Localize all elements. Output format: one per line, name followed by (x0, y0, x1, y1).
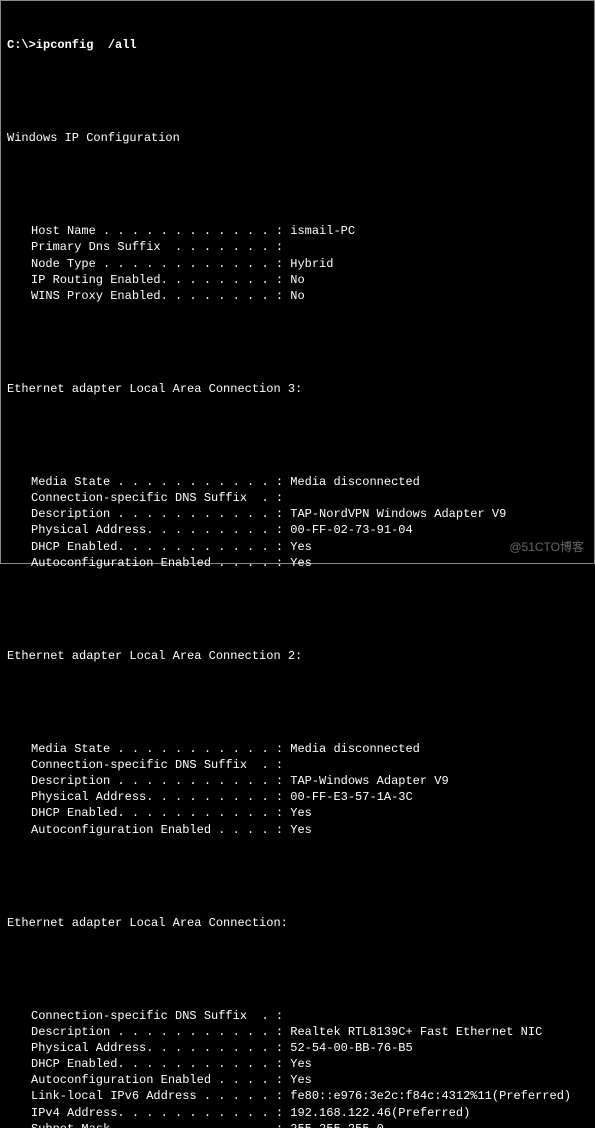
config-label: Primary Dns Suffix . . . . . . . : (31, 240, 283, 254)
config-value: Realtek RTL8139C+ Fast Ethernet NIC (283, 1025, 542, 1039)
config-label: Node Type . . . . . . . . . . . . : (31, 257, 283, 271)
config-value: Yes (283, 556, 312, 570)
config-label: Physical Address. . . . . . . . . : (31, 523, 283, 537)
terminal-output[interactable]: C:\>ipconfig /all Windows IP Configurati… (1, 1, 594, 1128)
config-row: Description . . . . . . . . . . . : Real… (7, 1024, 588, 1040)
config-value: Media disconnected (283, 475, 420, 489)
config-value: TAP-NordVPN Windows Adapter V9 (283, 507, 506, 521)
config-label: Description . . . . . . . . . . . : (31, 1025, 283, 1039)
config-row: Description . . . . . . . . . . . : TAP-… (7, 773, 588, 789)
config-row: Link-local IPv6 Address . . . . . : fe80… (7, 1088, 588, 1104)
adapter1-header: Ethernet adapter Local Area Connection: (7, 915, 588, 931)
config-row: Connection-specific DNS Suffix . : (7, 757, 588, 773)
config-label: Subnet Mask . . . . . . . . . . . : (31, 1122, 283, 1128)
config-value: fe80::e976:3e2c:f84c:4312%11(Preferred) (283, 1089, 571, 1103)
config-label: DHCP Enabled. . . . . . . . . . . : (31, 1057, 283, 1071)
config-label: Autoconfiguration Enabled . . . . : (31, 556, 283, 570)
blank-line (7, 337, 588, 349)
config-label: Media State . . . . . . . . . . . : (31, 475, 283, 489)
config-row: Autoconfiguration Enabled . . . . : Yes (7, 822, 588, 838)
config-label: DHCP Enabled. . . . . . . . . . . : (31, 540, 283, 554)
blank-line (7, 86, 588, 98)
config-row: IP Routing Enabled. . . . . . . . : No (7, 272, 588, 288)
config-label: Physical Address. . . . . . . . . : (31, 790, 283, 804)
config-label: Physical Address. . . . . . . . . : (31, 1041, 283, 1055)
blank-line (7, 963, 588, 975)
config-row: Media State . . . . . . . . . . . : Medi… (7, 474, 588, 490)
blank-line (7, 430, 588, 442)
config-value: Yes (283, 540, 312, 554)
adapter3-header: Ethernet adapter Local Area Connection 3… (7, 381, 588, 397)
config-label: Description . . . . . . . . . . . : (31, 774, 283, 788)
config-row: Subnet Mask . . . . . . . . . . . : 255.… (7, 1121, 588, 1128)
blank-line (7, 696, 588, 708)
config-row: Physical Address. . . . . . . . . : 00-F… (7, 789, 588, 805)
config-row: IPv4 Address. . . . . . . . . . . : 192.… (7, 1105, 588, 1121)
config-row: DHCP Enabled. . . . . . . . . . . : Yes (7, 805, 588, 821)
config-label: Description . . . . . . . . . . . : (31, 507, 283, 521)
config-label: Connection-specific DNS Suffix . : (31, 491, 283, 505)
config-label: Autoconfiguration Enabled . . . . : (31, 1073, 283, 1087)
config-value: 00-FF-E3-57-1A-3C (283, 790, 413, 804)
config-row: Media State . . . . . . . . . . . : Medi… (7, 741, 588, 757)
config-row: Autoconfiguration Enabled . . . . : Yes (7, 1072, 588, 1088)
config-row: WINS Proxy Enabled. . . . . . . . : No (7, 288, 588, 304)
config-row: Connection-specific DNS Suffix . : (7, 490, 588, 506)
main-config-rows: Host Name . . . . . . . . . . . . : isma… (7, 223, 588, 304)
config-row: DHCP Enabled. . . . . . . . . . . : Yes (7, 539, 588, 555)
config-value: Yes (283, 1073, 312, 1087)
config-label: Link-local IPv6 Address . . . . . : (31, 1089, 283, 1103)
config-value: Media disconnected (283, 742, 420, 756)
config-row: DHCP Enabled. . . . . . . . . . . : Yes (7, 1056, 588, 1072)
config-row: Physical Address. . . . . . . . . : 00-F… (7, 522, 588, 538)
config-row: Connection-specific DNS Suffix . : (7, 1008, 588, 1024)
config-value: No (283, 273, 305, 287)
config-value: 255.255.255.0 (283, 1122, 384, 1128)
config-value: 00-FF-02-73-91-04 (283, 523, 413, 537)
blank-line (7, 603, 588, 615)
config-row: Autoconfiguration Enabled . . . . : Yes (7, 555, 588, 571)
prompt-text: C:\>ipconfig /all (7, 38, 137, 52)
config-label: Connection-specific DNS Suffix . : (31, 1009, 283, 1023)
config-label: Host Name . . . . . . . . . . . . : (31, 224, 283, 238)
config-value: 52-54-00-BB-76-B5 (283, 1041, 413, 1055)
config-value: Yes (283, 1057, 312, 1071)
config-value: TAP-Windows Adapter V9 (283, 774, 449, 788)
config-value: Yes (283, 806, 312, 820)
config-value: Yes (283, 823, 312, 837)
config-row: Description . . . . . . . . . . . : TAP-… (7, 506, 588, 522)
command-prompt: C:\>ipconfig /all (7, 37, 588, 53)
blank-line (7, 179, 588, 191)
config-row: Primary Dns Suffix . . . . . . . : (7, 239, 588, 255)
config-label: Connection-specific DNS Suffix . : (31, 758, 283, 772)
adapter3-rows: Media State . . . . . . . . . . . : Medi… (7, 474, 588, 571)
config-label: IPv4 Address. . . . . . . . . . . : (31, 1106, 283, 1120)
adapter1-rows: Connection-specific DNS Suffix . :Descri… (7, 1008, 588, 1128)
adapter2-header: Ethernet adapter Local Area Connection 2… (7, 648, 588, 664)
config-value: Hybrid (283, 257, 333, 271)
config-label: IP Routing Enabled. . . . . . . . : (31, 273, 283, 287)
config-row: Host Name . . . . . . . . . . . . : isma… (7, 223, 588, 239)
config-value: No (283, 289, 305, 303)
config-header: Windows IP Configuration (7, 130, 588, 146)
config-value: 192.168.122.46(Preferred) (283, 1106, 470, 1120)
config-label: Autoconfiguration Enabled . . . . : (31, 823, 283, 837)
blank-line (7, 870, 588, 882)
config-label: WINS Proxy Enabled. . . . . . . . : (31, 289, 283, 303)
config-label: DHCP Enabled. . . . . . . . . . . : (31, 806, 283, 820)
config-row: Physical Address. . . . . . . . . : 52-5… (7, 1040, 588, 1056)
adapter2-rows: Media State . . . . . . . . . . . : Medi… (7, 741, 588, 838)
config-row: Node Type . . . . . . . . . . . . : Hybr… (7, 256, 588, 272)
config-value: ismail-PC (283, 224, 355, 238)
config-label: Media State . . . . . . . . . . . : (31, 742, 283, 756)
